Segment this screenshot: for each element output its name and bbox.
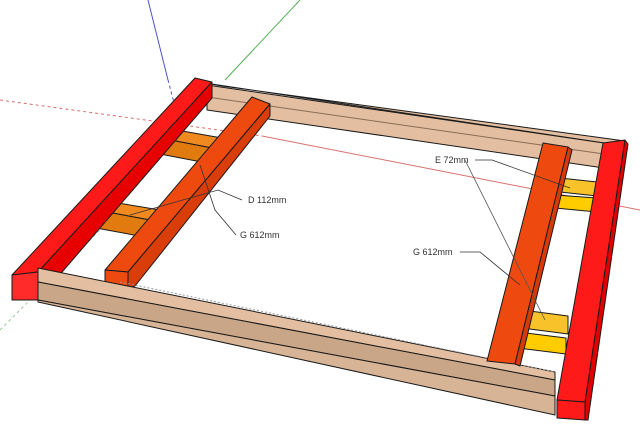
blue-axis — [147, 0, 169, 81]
left-red-beam-top — [11, 77, 213, 276]
label-g-left: G 612mm — [240, 230, 280, 240]
block-e-top-upper — [559, 177, 598, 197]
model-canvas[interactable]: D 112mm G 612mm E 72mm G 612mm — [0, 0, 640, 435]
label-e: E 72mm — [435, 155, 469, 165]
front-rail-face — [37, 281, 556, 397]
right-red-beam-face — [556, 399, 586, 421]
sketchup-3d-viewport[interactable]: D 112mm G 612mm E 72mm G 612mm — [0, 0, 640, 435]
dimension-labels: D 112mm G 612mm E 72mm G 612mm — [240, 155, 469, 257]
label-d: D 112mm — [248, 195, 286, 205]
left-red-beam-end — [11, 271, 39, 301]
label-g-right: G 612mm — [413, 247, 453, 257]
front-rail[interactable] — [37, 267, 556, 416]
front-rail-top — [37, 267, 556, 381]
green-axis — [224, 0, 301, 81]
